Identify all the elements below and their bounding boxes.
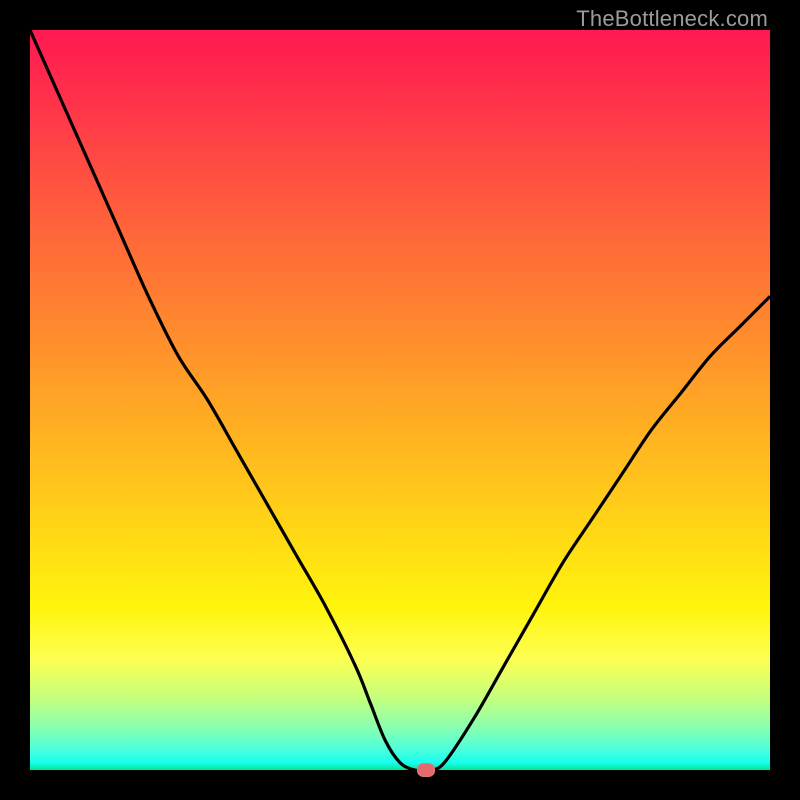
optimum-marker xyxy=(417,763,435,777)
watermark-text: TheBottleneck.com xyxy=(576,6,768,32)
chart-container: TheBottleneck.com xyxy=(0,0,800,800)
bottleneck-curve xyxy=(30,30,770,770)
curve-svg xyxy=(30,30,770,770)
plot-area xyxy=(30,30,770,770)
